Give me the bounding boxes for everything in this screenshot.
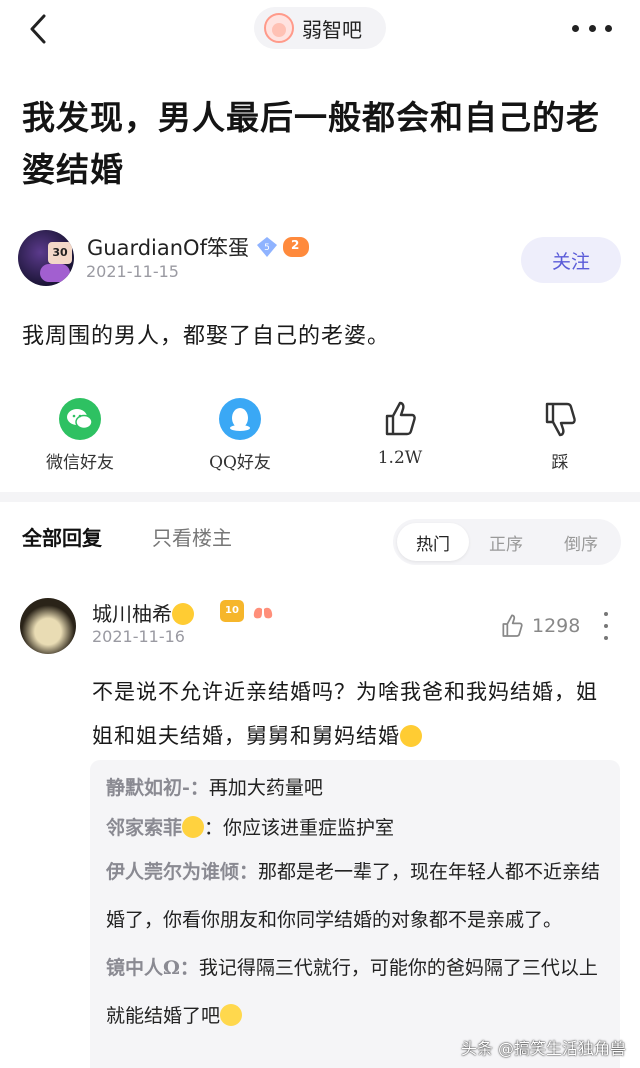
grin-emoji-icon [182, 816, 205, 838]
comment-thumbs-up-icon [502, 614, 523, 637]
comment-like-count: 1298 [532, 615, 581, 637]
avatar-sticker: 30 [48, 242, 72, 264]
sub-reply-text: 你应该进重症监护室 [223, 817, 395, 839]
forum-avatar [264, 13, 294, 43]
qq-icon [219, 398, 261, 440]
svg-text:5: 5 [264, 243, 270, 253]
lung-badge-icon [253, 603, 273, 619]
follow-button[interactable]: 关注 [521, 237, 621, 283]
sort-descending[interactable]: 倒序 [545, 523, 617, 561]
share-wechat[interactable]: 微信好友 [20, 398, 140, 473]
more-options-icon[interactable] [572, 14, 612, 42]
forum-name: 弱智吧 [302, 17, 362, 42]
commenter-avatar[interactable] [20, 598, 76, 654]
like-action[interactable]: 1.2W [340, 398, 460, 468]
back-arrow-icon[interactable] [22, 10, 58, 48]
sub-reply: 伊人莞尔为谁倾：那都是老一辈了，现在年轻人都不近亲结婚了，你看你朋友和你同学结婚… [106, 848, 604, 944]
sub-reply: 邻家索菲 ：你应该进重症监护室 [106, 816, 395, 839]
thumbs-down-icon [545, 402, 576, 437]
sub-reply-author[interactable]: 邻家索菲 [106, 817, 182, 839]
share-qq-label: QQ好友 [209, 453, 271, 473]
wechat-icon [59, 398, 101, 440]
dislike-label: 踩 [551, 453, 569, 473]
author-badges: 5 [256, 236, 309, 258]
author-name[interactable]: GuardianOf笨蛋 [87, 232, 249, 262]
thinking-emoji-icon [400, 725, 422, 747]
like-count-label: 1.2W [377, 448, 423, 468]
thumbs-up-icon [385, 401, 416, 436]
sub-replies-box[interactable]: 静默如初-：再加大药量吧 邻家索菲 ：你应该进重症监护室 伊人莞尔为谁倾：那都是老… [90, 760, 620, 1068]
post-date: 2021-11-15 [86, 262, 179, 281]
tab-all-replies[interactable]: 全部回复 [22, 522, 102, 551]
watermark: 头条 @搞笑生活独角兽 [460, 1039, 626, 1058]
sub-reply: 静默如初-：再加大药量吧 [106, 768, 604, 808]
post-title: 我发现，男人最后一般都会和自己的老婆结婚 [22, 98, 600, 189]
sub-reply-text: 再加大药量吧 [208, 777, 323, 799]
comment-like-button[interactable]: 1298 [498, 612, 580, 640]
crying-laugh-emoji-icon [172, 603, 194, 625]
gamepad-badge-icon [283, 237, 309, 257]
level-diamond-icon: 5 [257, 237, 277, 257]
share-qq[interactable]: QQ好友 [180, 398, 300, 473]
hushed-emoji-icon [220, 1004, 243, 1026]
author-avatar[interactable]: 30 [18, 230, 74, 286]
section-divider [0, 492, 640, 502]
sub-reply-author[interactable]: 静默如初-： [106, 777, 209, 799]
sub-reply-author[interactable]: 伊人莞尔为谁倾： [106, 861, 258, 883]
sort-ascending[interactable]: 正序 [470, 523, 542, 561]
sort-toggle: 热门 正序 倒序 [393, 519, 621, 565]
comment-text: 不是说不允许近亲结婚吗？为啥我爸和我妈结婚，姐姐和姐夫结婚，舅舅和舅妈结婚 [92, 680, 598, 748]
share-wechat-label: 微信好友 [46, 453, 114, 473]
comment-date: 2021-11-16 [92, 627, 185, 646]
sort-hot[interactable]: 热门 [397, 523, 469, 561]
tab-op-only[interactable]: 只看楼主 [152, 522, 232, 551]
dislike-action[interactable]: 踩 [500, 398, 620, 473]
commenter-badges: 10 [220, 600, 274, 622]
share-row: 微信好友 QQ好友 1.2W 踩 [0, 398, 640, 478]
comment-more-icon[interactable] [602, 612, 610, 640]
top-bar: 弱智吧 [0, 0, 640, 58]
forum-pill[interactable]: 弱智吧 [254, 7, 386, 49]
commenter-name[interactable]: 城川柚希 [92, 598, 194, 627]
level-badge: 10 [220, 600, 244, 622]
sub-reply: 镜中人Ω：我记得隔三代就行，可能你的爸妈隔了三代以上就能结婚了吧 [106, 944, 604, 1040]
post-body: 我周围的男人，都娶了自己的老婆。 [22, 324, 391, 349]
sub-reply-author[interactable]: 镜中人Ω： [106, 957, 199, 979]
